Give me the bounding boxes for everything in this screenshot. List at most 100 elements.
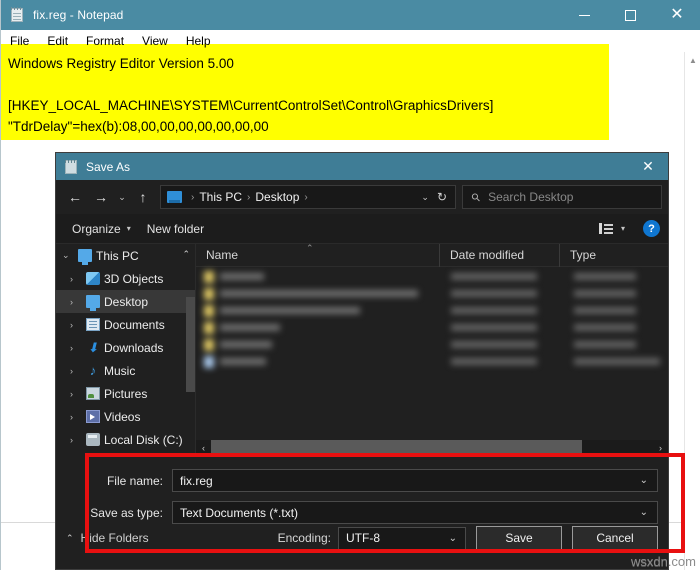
table-row[interactable] — [196, 353, 668, 370]
save-as-icon — [64, 159, 78, 174]
recent-locations-icon[interactable]: ⌄ — [114, 184, 130, 210]
forward-button[interactable]: → — [88, 184, 114, 210]
computer-icon — [167, 191, 182, 203]
refresh-icon[interactable]: ↻ — [437, 190, 451, 204]
table-row[interactable] — [196, 336, 668, 353]
tree-collapse-icon[interactable]: ⌃ — [182, 249, 190, 260]
column-header-name[interactable]: Name ⌃ — [196, 244, 439, 267]
minimize-button[interactable] — [561, 0, 607, 30]
file-date-blurred — [451, 307, 537, 314]
up-button[interactable]: ↑ — [130, 184, 156, 210]
tree-item-desktop[interactable]: › Desktop — [56, 290, 195, 313]
file-list-rows — [196, 268, 668, 370]
hide-folders-button[interactable]: ⌃ Hide Folders — [66, 531, 149, 545]
hide-folders-label: Hide Folders — [80, 531, 149, 545]
table-row[interactable] — [196, 268, 668, 285]
chevron-down-icon[interactable]: ⌄ — [633, 475, 655, 486]
notepad-vertical-scrollbar[interactable]: ▲ — [684, 52, 700, 570]
expander-icon[interactable]: › — [70, 320, 84, 330]
breadcrumb-item-desktop[interactable]: Desktop — [255, 190, 299, 204]
file-list-horizontal-scrollbar[interactable]: ‹ › — [196, 440, 668, 455]
new-folder-button[interactable]: New folder — [139, 222, 212, 236]
this-pc-icon — [76, 249, 94, 265]
expander-icon[interactable]: › — [70, 366, 84, 376]
table-row[interactable] — [196, 285, 668, 302]
file-date-blurred — [451, 290, 537, 297]
file-type-blurred — [574, 341, 636, 348]
tree-scrollbar-thumb[interactable] — [186, 297, 195, 392]
expander-icon[interactable]: › — [70, 389, 84, 399]
close-icon[interactable]: ✕ — [653, 0, 700, 30]
help-button[interactable]: ? — [643, 220, 660, 237]
breadcrumb-item-this-pc[interactable]: This PC — [199, 190, 242, 204]
tree-label: Desktop — [104, 294, 149, 309]
cancel-button[interactable]: Cancel — [572, 525, 658, 551]
change-view-button[interactable]: ▾ — [591, 223, 633, 234]
scroll-up-icon[interactable]: ▲ — [685, 52, 700, 68]
tree-item-videos[interactable]: › Videos — [56, 405, 195, 428]
dialog-toolbar: Organize ▾ New folder ▾ ? — [56, 214, 668, 244]
expander-icon[interactable]: › — [70, 435, 84, 445]
view-layout-icon — [598, 223, 613, 234]
tree-label: Pictures — [104, 386, 148, 401]
table-row[interactable] — [196, 319, 668, 336]
expander-icon[interactable]: › — [70, 412, 84, 422]
expander-icon[interactable]: › — [70, 274, 84, 284]
tree-item-pictures[interactable]: › Pictures — [56, 382, 195, 405]
menu-format[interactable]: Format — [77, 30, 133, 52]
column-header-type[interactable]: Type — [559, 244, 659, 267]
file-date-blurred — [451, 273, 537, 280]
menu-view[interactable]: View — [133, 30, 177, 52]
search-input[interactable]: ⚲ Search Desktop — [462, 185, 662, 209]
file-name-blurred — [220, 290, 418, 297]
notepad-title: fix.reg - Notepad — [33, 8, 124, 22]
file-list-header: Name ⌃ Date modified Type — [196, 244, 668, 267]
table-row[interactable] — [196, 302, 668, 319]
tree-item-this-pc[interactable]: ⌄ This PC — [56, 244, 195, 267]
breadcrumb[interactable]: › This PC › Desktop › ⌄ ↻ — [160, 185, 456, 209]
menu-edit[interactable]: Edit — [38, 30, 77, 52]
notepad-titlebar: fix.reg - Notepad ✕ — [1, 0, 700, 30]
save-button[interactable]: Save — [476, 525, 562, 551]
breadcrumb-sep-2: › — [304, 191, 308, 203]
expander-icon[interactable]: › — [70, 343, 84, 353]
breadcrumb-sep-0: › — [191, 191, 195, 203]
scroll-right-icon[interactable]: › — [653, 443, 668, 453]
chevron-down-icon[interactable]: ⌄ — [443, 533, 463, 544]
navigation-tree[interactable]: ⌄ This PC › 3D Objects › Desktop › Docum… — [56, 244, 196, 455]
tree-item-3d-objects[interactable]: › 3D Objects — [56, 267, 195, 290]
tree-item-documents[interactable]: › Documents — [56, 313, 195, 336]
expander-icon[interactable]: ⌄ — [62, 250, 76, 261]
maximize-button[interactable] — [607, 0, 653, 30]
view-chevron-down-icon: ▾ — [620, 224, 625, 233]
file-name-input[interactable]: fix.reg ⌄ — [172, 469, 658, 492]
hscroll-track[interactable] — [211, 440, 653, 455]
organize-button[interactable]: Organize ▾ — [64, 222, 139, 236]
file-icon — [204, 270, 214, 283]
encoding-select[interactable]: UTF-8 ⌄ — [338, 526, 466, 550]
save-as-close-icon[interactable]: ✕ — [628, 153, 668, 180]
encoding-label: Encoding: — [277, 531, 331, 545]
encoding-value: UTF-8 — [346, 531, 380, 545]
back-button[interactable]: ← — [62, 184, 88, 210]
expander-icon[interactable]: › — [70, 297, 84, 307]
breadcrumb-chevron-down-icon[interactable]: ⌄ — [413, 192, 437, 203]
scroll-left-icon[interactable]: ‹ — [196, 443, 211, 453]
sort-ascending-icon: ⌃ — [306, 244, 314, 253]
hscroll-thumb[interactable] — [211, 440, 583, 455]
menu-help[interactable]: Help — [177, 30, 220, 52]
file-type-blurred — [574, 324, 636, 331]
tree-item-downloads[interactable]: › ⬇ Downloads — [56, 336, 195, 359]
file-name-value: fix.reg — [180, 473, 213, 488]
search-placeholder: Search Desktop — [488, 190, 574, 204]
breadcrumb-sep-1: › — [247, 191, 251, 203]
column-header-date-modified[interactable]: Date modified — [439, 244, 559, 267]
tree-item-local-disk[interactable]: › Local Disk (C:) — [56, 428, 195, 451]
file-type-blurred — [574, 307, 636, 314]
file-list[interactable]: Name ⌃ Date modified Type — [196, 244, 668, 455]
file-name-blurred — [220, 324, 280, 331]
tree-item-music[interactable]: › ♪ Music — [56, 359, 195, 382]
menu-file[interactable]: File — [1, 30, 38, 52]
notepad-menubar: File Edit Format View Help — [1, 30, 700, 52]
dialog-footer: ⌃ Hide Folders Encoding: UTF-8 ⌄ Save Ca… — [56, 517, 668, 559]
